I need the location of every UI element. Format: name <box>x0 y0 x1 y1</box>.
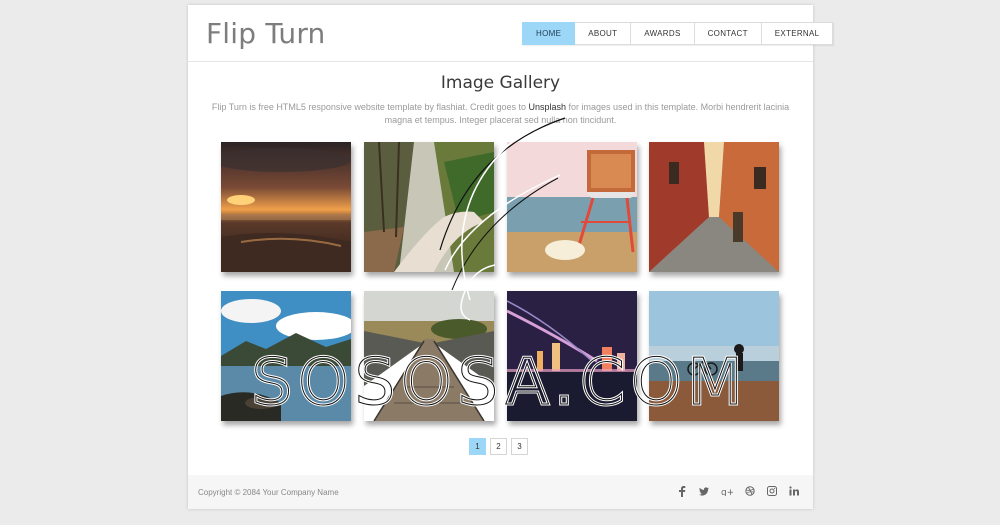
gallery-image-lake-mountains[interactable] <box>221 291 351 421</box>
intro-text-before: Flip Turn is free HTML5 responsive websi… <box>211 102 529 112</box>
gallery-image-sunset-beach[interactable] <box>221 142 351 272</box>
gallery-image-alley[interactable] <box>649 142 779 272</box>
page-2-button[interactable]: 2 <box>490 438 507 455</box>
main-nav: HOME ABOUT AWARDS CONTACT EXTERNAL <box>522 22 834 45</box>
nav-external[interactable]: EXTERNAL <box>761 22 834 45</box>
svg-text:g+: g+ <box>721 488 733 496</box>
page-3-button[interactable]: 3 <box>511 438 528 455</box>
twitter-icon[interactable] <box>699 485 709 497</box>
gallery-image-forest-road[interactable] <box>364 142 494 272</box>
linkedin-icon[interactable] <box>789 485 799 497</box>
site-logo[interactable]: Flip Turn <box>206 17 326 50</box>
page-1-button[interactable]: 1 <box>469 438 486 455</box>
instagram-icon[interactable] <box>767 485 777 497</box>
gallery-image-lifeguard-tower[interactable] <box>507 142 637 272</box>
gallery-image-cyclist-shore[interactable] <box>649 291 779 421</box>
gallery-image-night-bridge[interactable] <box>507 291 637 421</box>
gallery-intro: Flip Turn is free HTML5 responsive websi… <box>206 101 795 127</box>
facebook-icon[interactable] <box>677 485 687 497</box>
nav-awards[interactable]: AWARDS <box>631 22 695 45</box>
nav-about[interactable]: ABOUT <box>575 22 632 45</box>
pagination: 1 2 3 <box>469 438 528 455</box>
site-footer: Copyright © 2084 Your Company Name g+ <box>188 475 813 509</box>
gallery-image-wooden-pier[interactable] <box>364 291 494 421</box>
social-links: g+ <box>677 485 799 497</box>
dribbble-icon[interactable] <box>745 485 755 497</box>
site-header: Flip Turn HOME ABOUT AWARDS CONTACT EXTE… <box>188 5 834 62</box>
gallery-title: Image Gallery <box>440 73 561 93</box>
unsplash-link[interactable]: Unsplash <box>529 102 567 112</box>
nav-contact[interactable]: CONTACT <box>694 22 762 45</box>
copyright-text: Copyright © 2084 Your Company Name <box>198 488 339 497</box>
nav-home[interactable]: HOME <box>522 22 576 45</box>
google-plus-icon[interactable]: g+ <box>721 485 733 497</box>
page-container: Flip Turn HOME ABOUT AWARDS CONTACT EXTE… <box>188 5 834 509</box>
